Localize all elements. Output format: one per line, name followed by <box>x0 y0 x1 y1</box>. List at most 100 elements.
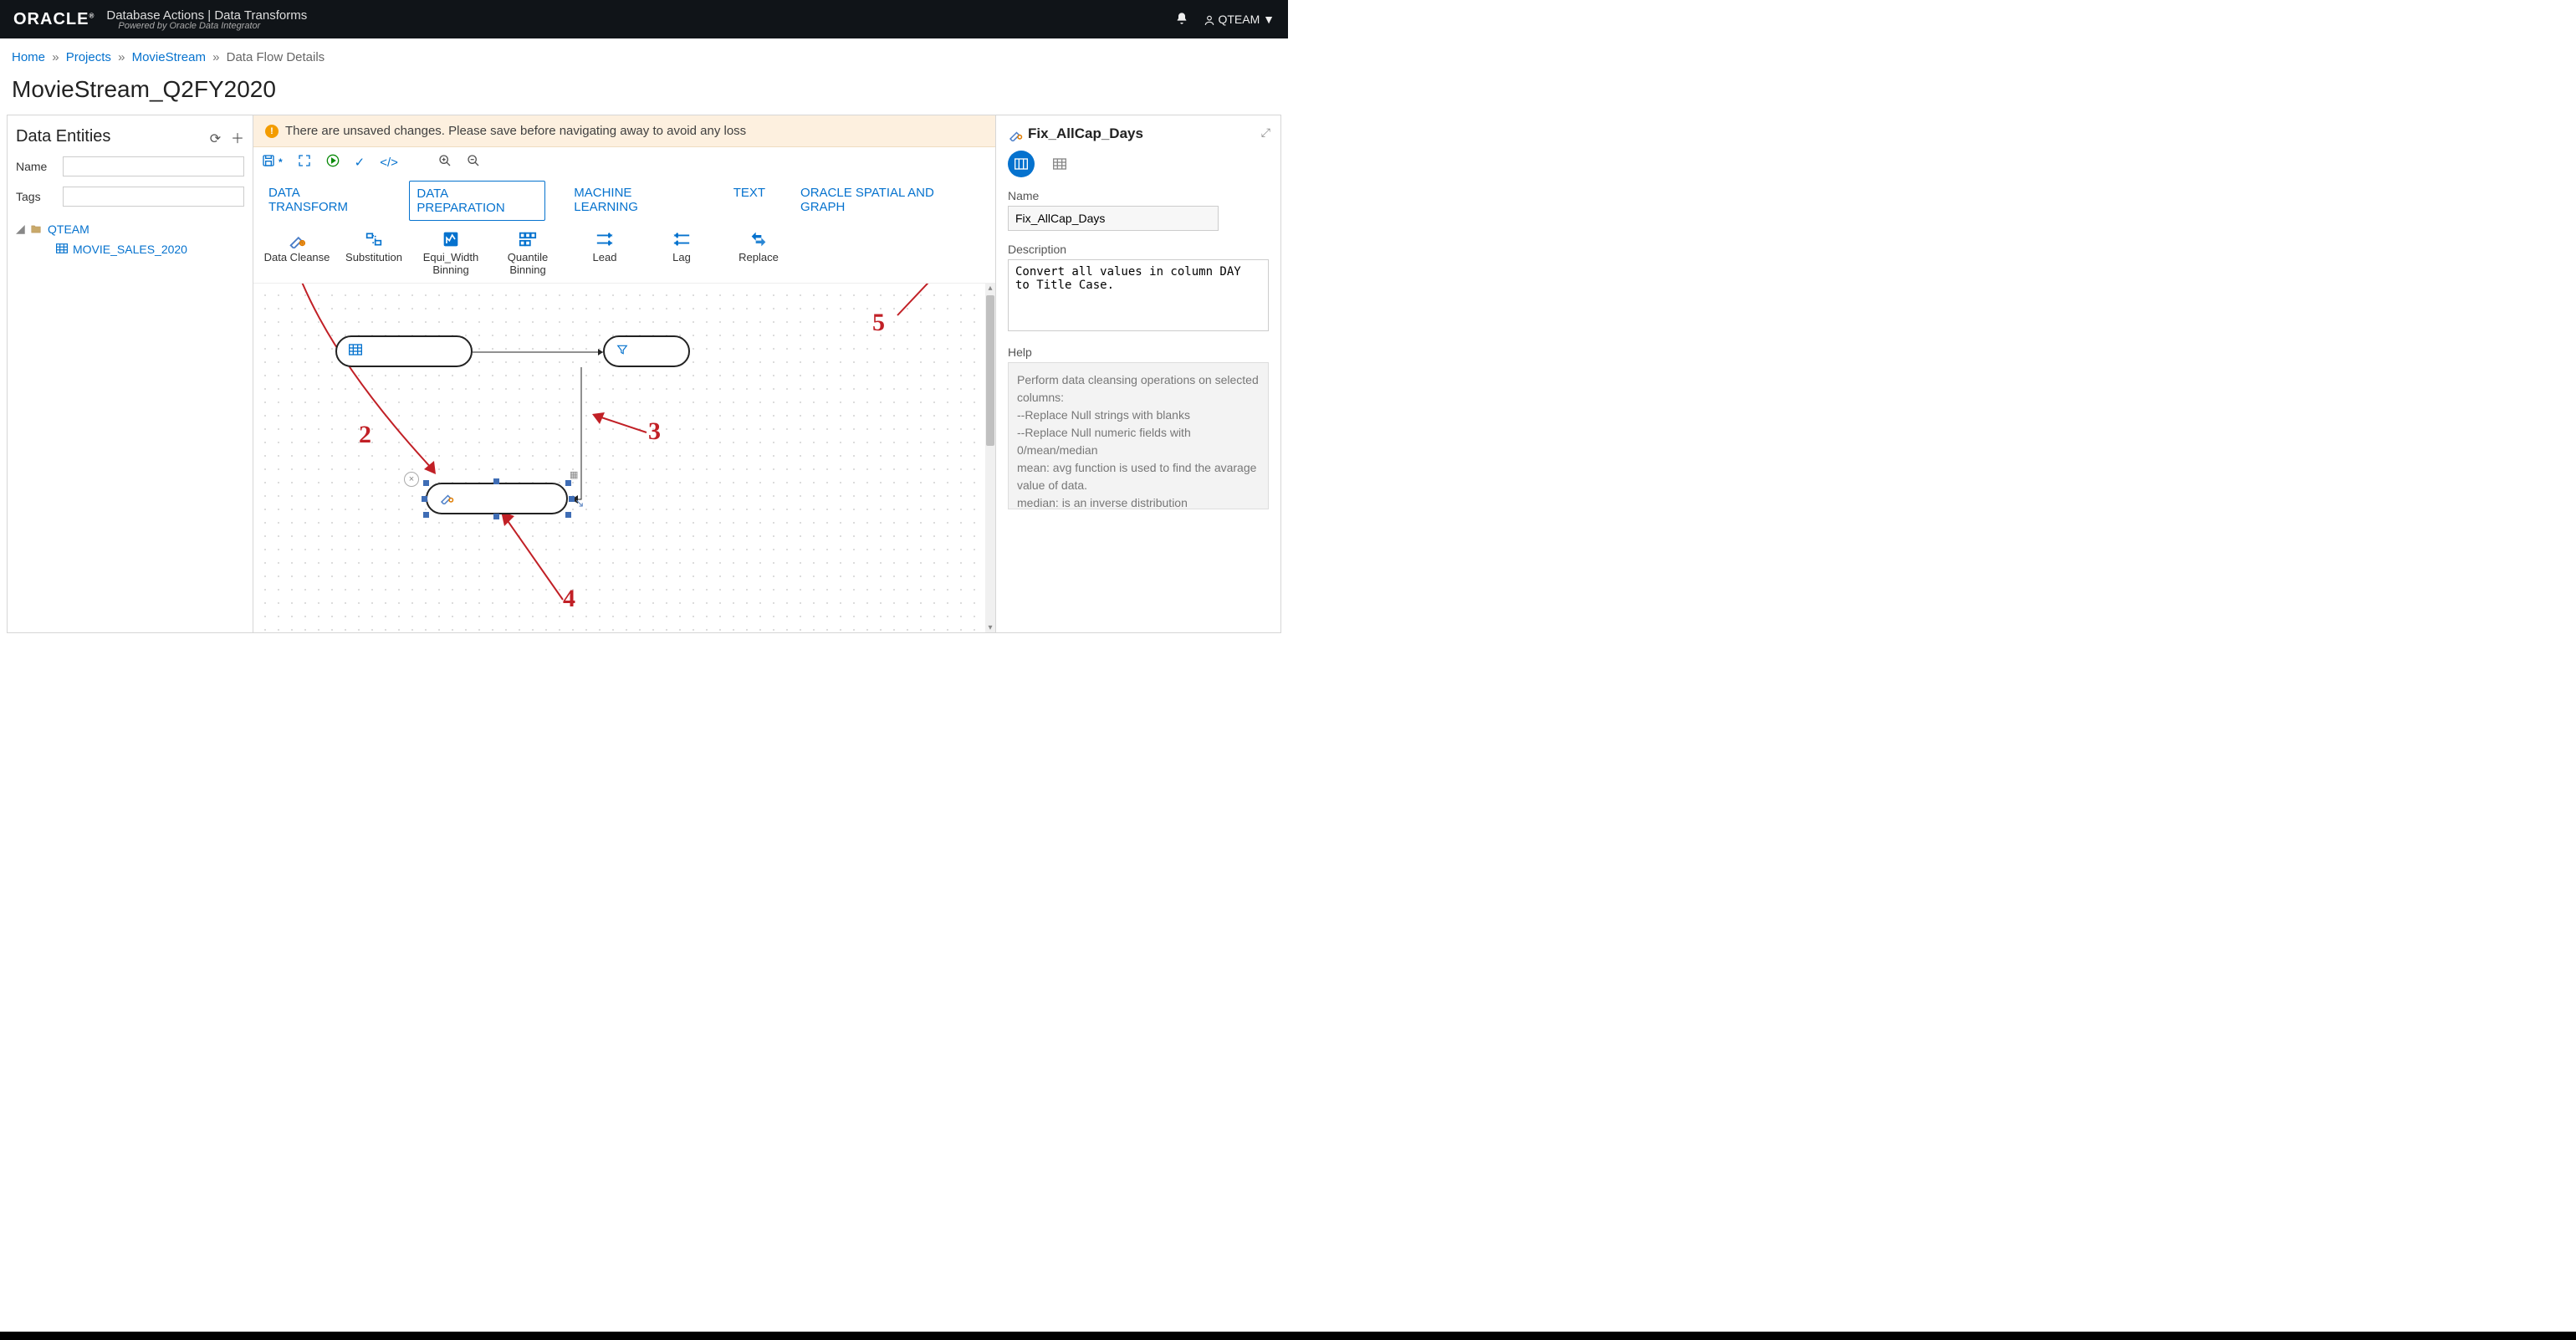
resize-handle[interactable] <box>422 496 427 502</box>
warning-text: There are unsaved changes. Please save b… <box>285 124 746 138</box>
breadcrumb: Home » Projects » MovieStream » Data Flo… <box>0 38 1288 69</box>
product-title-block: Database Actions | Data Transforms Power… <box>106 8 307 31</box>
tab-general-icon[interactable] <box>1008 151 1035 177</box>
tab-attributes-icon[interactable] <box>1046 151 1073 177</box>
component-quantile[interactable]: Quantile Binning <box>489 229 566 276</box>
zoom-out-icon[interactable] <box>467 154 480 171</box>
expand-icon[interactable] <box>298 154 311 171</box>
component-data-cleanse[interactable]: Data Cleanse <box>258 229 335 276</box>
data-cleanse-icon <box>1008 126 1023 141</box>
quantile-icon <box>489 229 566 249</box>
source-node[interactable] <box>335 335 473 367</box>
resize-handle[interactable] <box>493 478 499 484</box>
scroll-thumb[interactable] <box>986 295 994 446</box>
filter-node[interactable] <box>603 335 690 367</box>
code-icon[interactable]: </> <box>380 156 398 170</box>
annotation-4: 4 <box>563 585 575 613</box>
tree-caret-icon[interactable]: ◢ <box>16 222 29 236</box>
tab-machine-learning[interactable]: MACHINE LEARNING <box>567 181 704 221</box>
component-replace[interactable]: Replace <box>720 229 797 276</box>
editor-toolbar: * ✓ </> <box>253 147 995 177</box>
data-cleanse-icon <box>439 489 454 509</box>
comp-label: Equi_Width Binning <box>412 251 489 276</box>
component-palette: Data Cleanse Substitution Equi_Width Bin… <box>253 226 995 284</box>
zoom-in-icon[interactable] <box>438 154 452 171</box>
table-icon <box>349 344 362 360</box>
expand-panel-icon[interactable]: ⤢ <box>1261 125 1270 140</box>
component-category-tabs: DATA TRANSFORM DATA PREPARATION MACHINE … <box>253 177 995 226</box>
tree-root[interactable]: ◢ QTEAM <box>16 218 244 239</box>
tab-spatial-graph[interactable]: ORACLE SPATIAL AND GRAPH <box>794 181 987 221</box>
comp-label: Quantile Binning <box>489 251 566 276</box>
comp-label: Substitution <box>335 251 412 263</box>
annotation-5: 5 <box>872 309 885 337</box>
resize-handle[interactable] <box>565 512 571 518</box>
tree-item[interactable]: MOVIE_SALES_2020 <box>16 239 244 259</box>
help-text: Perform data cleansing operations on sel… <box>1008 362 1269 509</box>
notifications-icon[interactable] <box>1175 12 1188 28</box>
lag-icon <box>643 229 720 249</box>
bottom-border <box>0 1332 2576 1340</box>
table-icon <box>56 243 68 256</box>
refresh-icon[interactable]: ⟳ <box>210 132 221 146</box>
resize-handle[interactable] <box>423 512 429 518</box>
add-icon[interactable]: ＋ <box>231 132 244 146</box>
canvas-scrollbar[interactable]: ▴ ▾ <box>985 284 995 632</box>
comp-label: Lead <box>566 251 643 263</box>
prop-title-text: Fix_AllCap_Days <box>1028 125 1143 142</box>
equi-width-icon <box>412 229 489 249</box>
resize-handle[interactable] <box>565 480 571 486</box>
tags-filter-label: Tags <box>16 190 63 203</box>
design-panel: ! There are unsaved changes. Please save… <box>253 115 996 632</box>
component-lead[interactable]: Lead <box>566 229 643 276</box>
breadcrumb-moviestream[interactable]: MovieStream <box>132 50 206 64</box>
name-filter-input[interactable] <box>63 156 244 176</box>
resize-handle[interactable] <box>423 480 429 486</box>
connector-out-icon[interactable]: ↘ <box>575 496 585 510</box>
component-substitution[interactable]: Substitution <box>335 229 412 276</box>
substitution-icon <box>335 229 412 249</box>
unsaved-warning: ! There are unsaved changes. Please save… <box>253 115 995 147</box>
breadcrumb-home[interactable]: Home <box>12 50 45 64</box>
tree-root-label[interactable]: QTEAM <box>48 222 89 236</box>
delete-node-icon[interactable]: × <box>404 472 419 487</box>
prop-desc-input[interactable] <box>1008 259 1269 331</box>
data-cleanse-node[interactable] <box>426 483 568 514</box>
data-entities-title: Data Entities <box>16 127 110 146</box>
scroll-down-icon[interactable]: ▾ <box>985 623 995 632</box>
breadcrumb-current: Data Flow Details <box>227 50 325 64</box>
data-cleanse-icon <box>258 229 335 249</box>
page-title: MovieStream_Q2FY2020 <box>0 69 1288 115</box>
user-menu[interactable]: QTEAM ▼ <box>1204 13 1275 26</box>
tags-filter-input[interactable] <box>63 187 244 207</box>
attributes-icon[interactable]: ▦ <box>570 469 578 480</box>
component-lag[interactable]: Lag <box>643 229 720 276</box>
warning-icon: ! <box>265 125 279 138</box>
data-entities-panel: Data Entities ⟳ ＋ Name Tags ◢ QTEAM MOVI… <box>8 115 253 632</box>
dataflow-canvas[interactable]: × ▦ ↘ 1 2 3 4 5 ▴ ▾ <box>253 284 995 632</box>
tab-text[interactable]: TEXT <box>727 181 772 221</box>
properties-panel: ⤢ Fix_AllCap_Days Name Description Help … <box>996 115 1280 632</box>
save-icon[interactable] <box>262 154 275 171</box>
entity-tree: ◢ QTEAM MOVIE_SALES_2020 <box>16 218 244 259</box>
component-equi-width[interactable]: Equi_Width Binning <box>412 229 489 276</box>
user-name: QTEAM <box>1218 13 1260 26</box>
run-icon[interactable] <box>326 154 340 171</box>
comp-label: Lag <box>643 251 720 263</box>
oracle-logo: ORACLE® <box>13 10 95 29</box>
prop-help-label: Help <box>1008 345 1269 359</box>
tab-data-transform[interactable]: DATA TRANSFORM <box>262 181 387 221</box>
app-header: ORACLE® Database Actions | Data Transfor… <box>0 0 1288 38</box>
product-subtitle: Powered by Oracle Data Integrator <box>118 21 307 31</box>
resize-handle[interactable] <box>569 496 575 502</box>
scroll-up-icon[interactable]: ▴ <box>985 284 995 293</box>
prop-name-input[interactable] <box>1008 206 1219 231</box>
breadcrumb-projects[interactable]: Projects <box>66 50 111 64</box>
prop-desc-label: Description <box>1008 243 1269 256</box>
validate-icon[interactable]: ✓ <box>355 155 365 170</box>
annotation-2: 2 <box>359 421 371 449</box>
resize-handle[interactable] <box>493 514 499 519</box>
tab-data-preparation[interactable]: DATA PREPARATION <box>409 181 545 221</box>
prop-name-label: Name <box>1008 189 1269 202</box>
tree-item-label[interactable]: MOVIE_SALES_2020 <box>73 243 187 256</box>
